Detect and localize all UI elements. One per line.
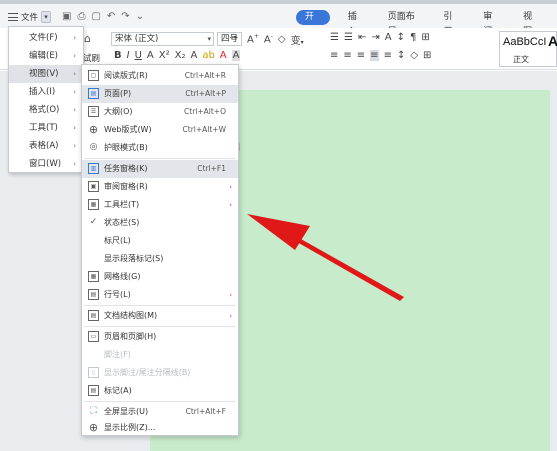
- eye-protect-icon: ◎: [89, 142, 98, 152]
- menu-item-label: 表格(A): [29, 141, 59, 151]
- menu-item-tools[interactable]: 工具(T) ›: [9, 119, 83, 137]
- menu-item-view[interactable]: 视图(V) ›: [9, 65, 83, 83]
- menu-item-label: 页眉和页脚(H): [104, 332, 157, 341]
- arrow-head: [247, 214, 310, 250]
- menu-item-label: 文件(F): [29, 33, 58, 43]
- menu-item-shortcut: Ctrl+Alt+R: [184, 71, 226, 80]
- menu-item-label: 审阅窗格(R): [104, 182, 148, 191]
- markup-icon: ▤: [88, 385, 99, 396]
- chevron-right-icon: ›: [73, 124, 76, 132]
- arrow-shaft: [290, 234, 404, 301]
- menu-item-label: 网格线(G): [104, 272, 141, 281]
- main-menu-dropdown: 文件(F) › 编辑(E) › 视图(V) › 插入(I) › 格式(O) › 工具(T)…: [8, 26, 84, 173]
- menu-item-label: 显示比例(Z)...: [104, 423, 156, 432]
- menu-item-page[interactable]: ▤ 页面(P) Ctrl+Alt+P: [82, 85, 238, 103]
- zoom-icon: ⊕: [88, 421, 99, 434]
- menu-item-label: 文档结构图(M): [104, 311, 158, 320]
- menu-item-label: 大纲(O): [104, 107, 133, 116]
- submenu-arrow-icon: ›: [229, 201, 232, 209]
- menu-item-web-layout[interactable]: ⊕ Web版式(W) Ctrl+Alt+W: [82, 121, 238, 139]
- menu-item-label: 插入(I): [29, 87, 56, 97]
- chevron-right-icon: ›: [73, 34, 76, 42]
- chevron-right-icon: ›: [73, 88, 76, 96]
- read-mode-icon: ▢: [88, 70, 99, 81]
- chevron-right-icon: ›: [73, 106, 76, 114]
- menu-item-label: Web版式(W): [104, 125, 152, 134]
- menu-item-format[interactable]: 格式(O) ›: [9, 101, 83, 119]
- menu-item-line-numbers[interactable]: ▤ 行号(L) ›: [82, 286, 238, 304]
- submenu-arrow-icon: ›: [229, 312, 232, 320]
- menu-item-label: 阅读版式(R): [104, 71, 148, 80]
- menu-item-review-pane[interactable]: ▣ 审阅窗格(R) ›: [82, 178, 238, 196]
- menu-item-footnote: 脚注(F): [82, 346, 238, 364]
- menu-item-label: 格式(O): [29, 105, 60, 115]
- outline-icon: ☰: [88, 106, 99, 117]
- menu-item-ruler[interactable]: 标尺(L): [82, 232, 238, 250]
- menu-item-toolbar[interactable]: ▦ 工具栏(T) ›: [82, 196, 238, 214]
- menu-item-label: 窗口(W): [29, 159, 62, 169]
- menu-item-status-bar[interactable]: ✓ 状态栏(S): [82, 214, 238, 232]
- chevron-right-icon: ›: [73, 70, 76, 78]
- menu-separator: [84, 401, 236, 402]
- doc-structure-icon: ▤: [88, 310, 99, 321]
- page-view-icon: ▤: [88, 88, 99, 99]
- menu-separator: [84, 305, 236, 306]
- menu-item-shortcut: Ctrl+Alt+W: [182, 125, 226, 134]
- review-pane-icon: ▣: [88, 181, 99, 192]
- menu-separator: [84, 326, 236, 327]
- task-pane-icon: ▥: [88, 163, 99, 174]
- menu-item-label: 脚注(F): [104, 350, 131, 359]
- menu-item-doc-structure[interactable]: ▤ 文档结构图(M) ›: [82, 307, 238, 325]
- menu-item-file[interactable]: 文件(F) ›: [9, 29, 83, 47]
- menu-item-label: 状态栏(S): [104, 218, 140, 227]
- menu-item-shortcut: Ctrl+F1: [197, 164, 226, 173]
- chevron-right-icon: ›: [73, 160, 76, 168]
- check-icon: ✓: [89, 217, 98, 227]
- menu-item-label: 页面(P): [104, 89, 132, 98]
- fullscreen-icon: ⛶: [90, 406, 97, 416]
- menu-item-label: 视图(V): [29, 69, 59, 79]
- web-layout-icon: ⊕: [88, 123, 99, 136]
- menu-item-eye-protect[interactable]: ◎ 护眼模式(B): [82, 139, 238, 157]
- menu-item-markup[interactable]: ▤ 标记(A): [82, 382, 238, 400]
- menu-item-label: 编辑(E): [29, 51, 59, 61]
- menu-item-label: 护眼模式(B): [104, 143, 148, 152]
- menu-item-task-pane[interactable]: ▥ 任务窗格(K) Ctrl+F1: [82, 160, 238, 178]
- chevron-right-icon: ›: [73, 142, 76, 150]
- menu-item-shortcut: Ctrl+Alt+P: [185, 89, 226, 98]
- chevron-right-icon: ›: [73, 52, 76, 60]
- menu-item-label: 显示脚注/尾注分隔线(B): [104, 368, 191, 377]
- menu-item-edit[interactable]: 编辑(E) ›: [9, 47, 83, 65]
- menu-item-footnote-separator: ▯ 显示脚注/尾注分隔线(B): [82, 364, 238, 382]
- menu-item-header-footer[interactable]: ▭ 页眉和页脚(H): [82, 328, 238, 346]
- menu-item-label: 工具栏(T): [104, 200, 140, 209]
- submenu-arrow-icon: ›: [229, 291, 232, 299]
- menu-item-window[interactable]: 窗口(W) ›: [9, 155, 83, 173]
- menu-item-table[interactable]: 表格(A) ›: [9, 137, 83, 155]
- line-number-icon: ▤: [88, 289, 99, 300]
- menu-separator: [84, 158, 236, 159]
- menu-item-read-mode[interactable]: ▢ 阅读版式(R) Ctrl+Alt+R: [82, 67, 238, 85]
- header-footer-icon: ▭: [88, 331, 99, 342]
- menu-item-label: 工具(T): [29, 123, 58, 133]
- menu-item-zoom[interactable]: ⊕ 显示比例(Z)...: [82, 419, 238, 437]
- gridlines-icon: ▦: [88, 271, 99, 282]
- menu-item-outline[interactable]: ☰ 大纲(O) Ctrl+Alt+O: [82, 103, 238, 121]
- menu-item-label: 任务窗格(K): [104, 164, 148, 173]
- menu-item-label: 标尺(L): [104, 236, 131, 245]
- menu-item-label: 显示段落标记(S): [104, 254, 164, 263]
- menu-item-paragraph-marks[interactable]: 显示段落标记(S): [82, 250, 238, 268]
- view-submenu: ▢ 阅读版式(R) Ctrl+Alt+R ▤ 页面(P) Ctrl+Alt+P …: [81, 64, 239, 436]
- menu-item-insert[interactable]: 插入(I) ›: [9, 83, 83, 101]
- footnote-separator-icon: ▯: [88, 367, 99, 378]
- submenu-arrow-icon: ›: [229, 183, 232, 191]
- menu-item-label: 行号(L): [104, 290, 131, 299]
- toolbar-icon: ▦: [88, 199, 99, 210]
- menu-item-gridlines[interactable]: ▦ 网格线(G): [82, 268, 238, 286]
- menu-item-shortcut: Ctrl+Alt+O: [184, 107, 226, 116]
- menu-item-label: 标记(A): [104, 386, 132, 395]
